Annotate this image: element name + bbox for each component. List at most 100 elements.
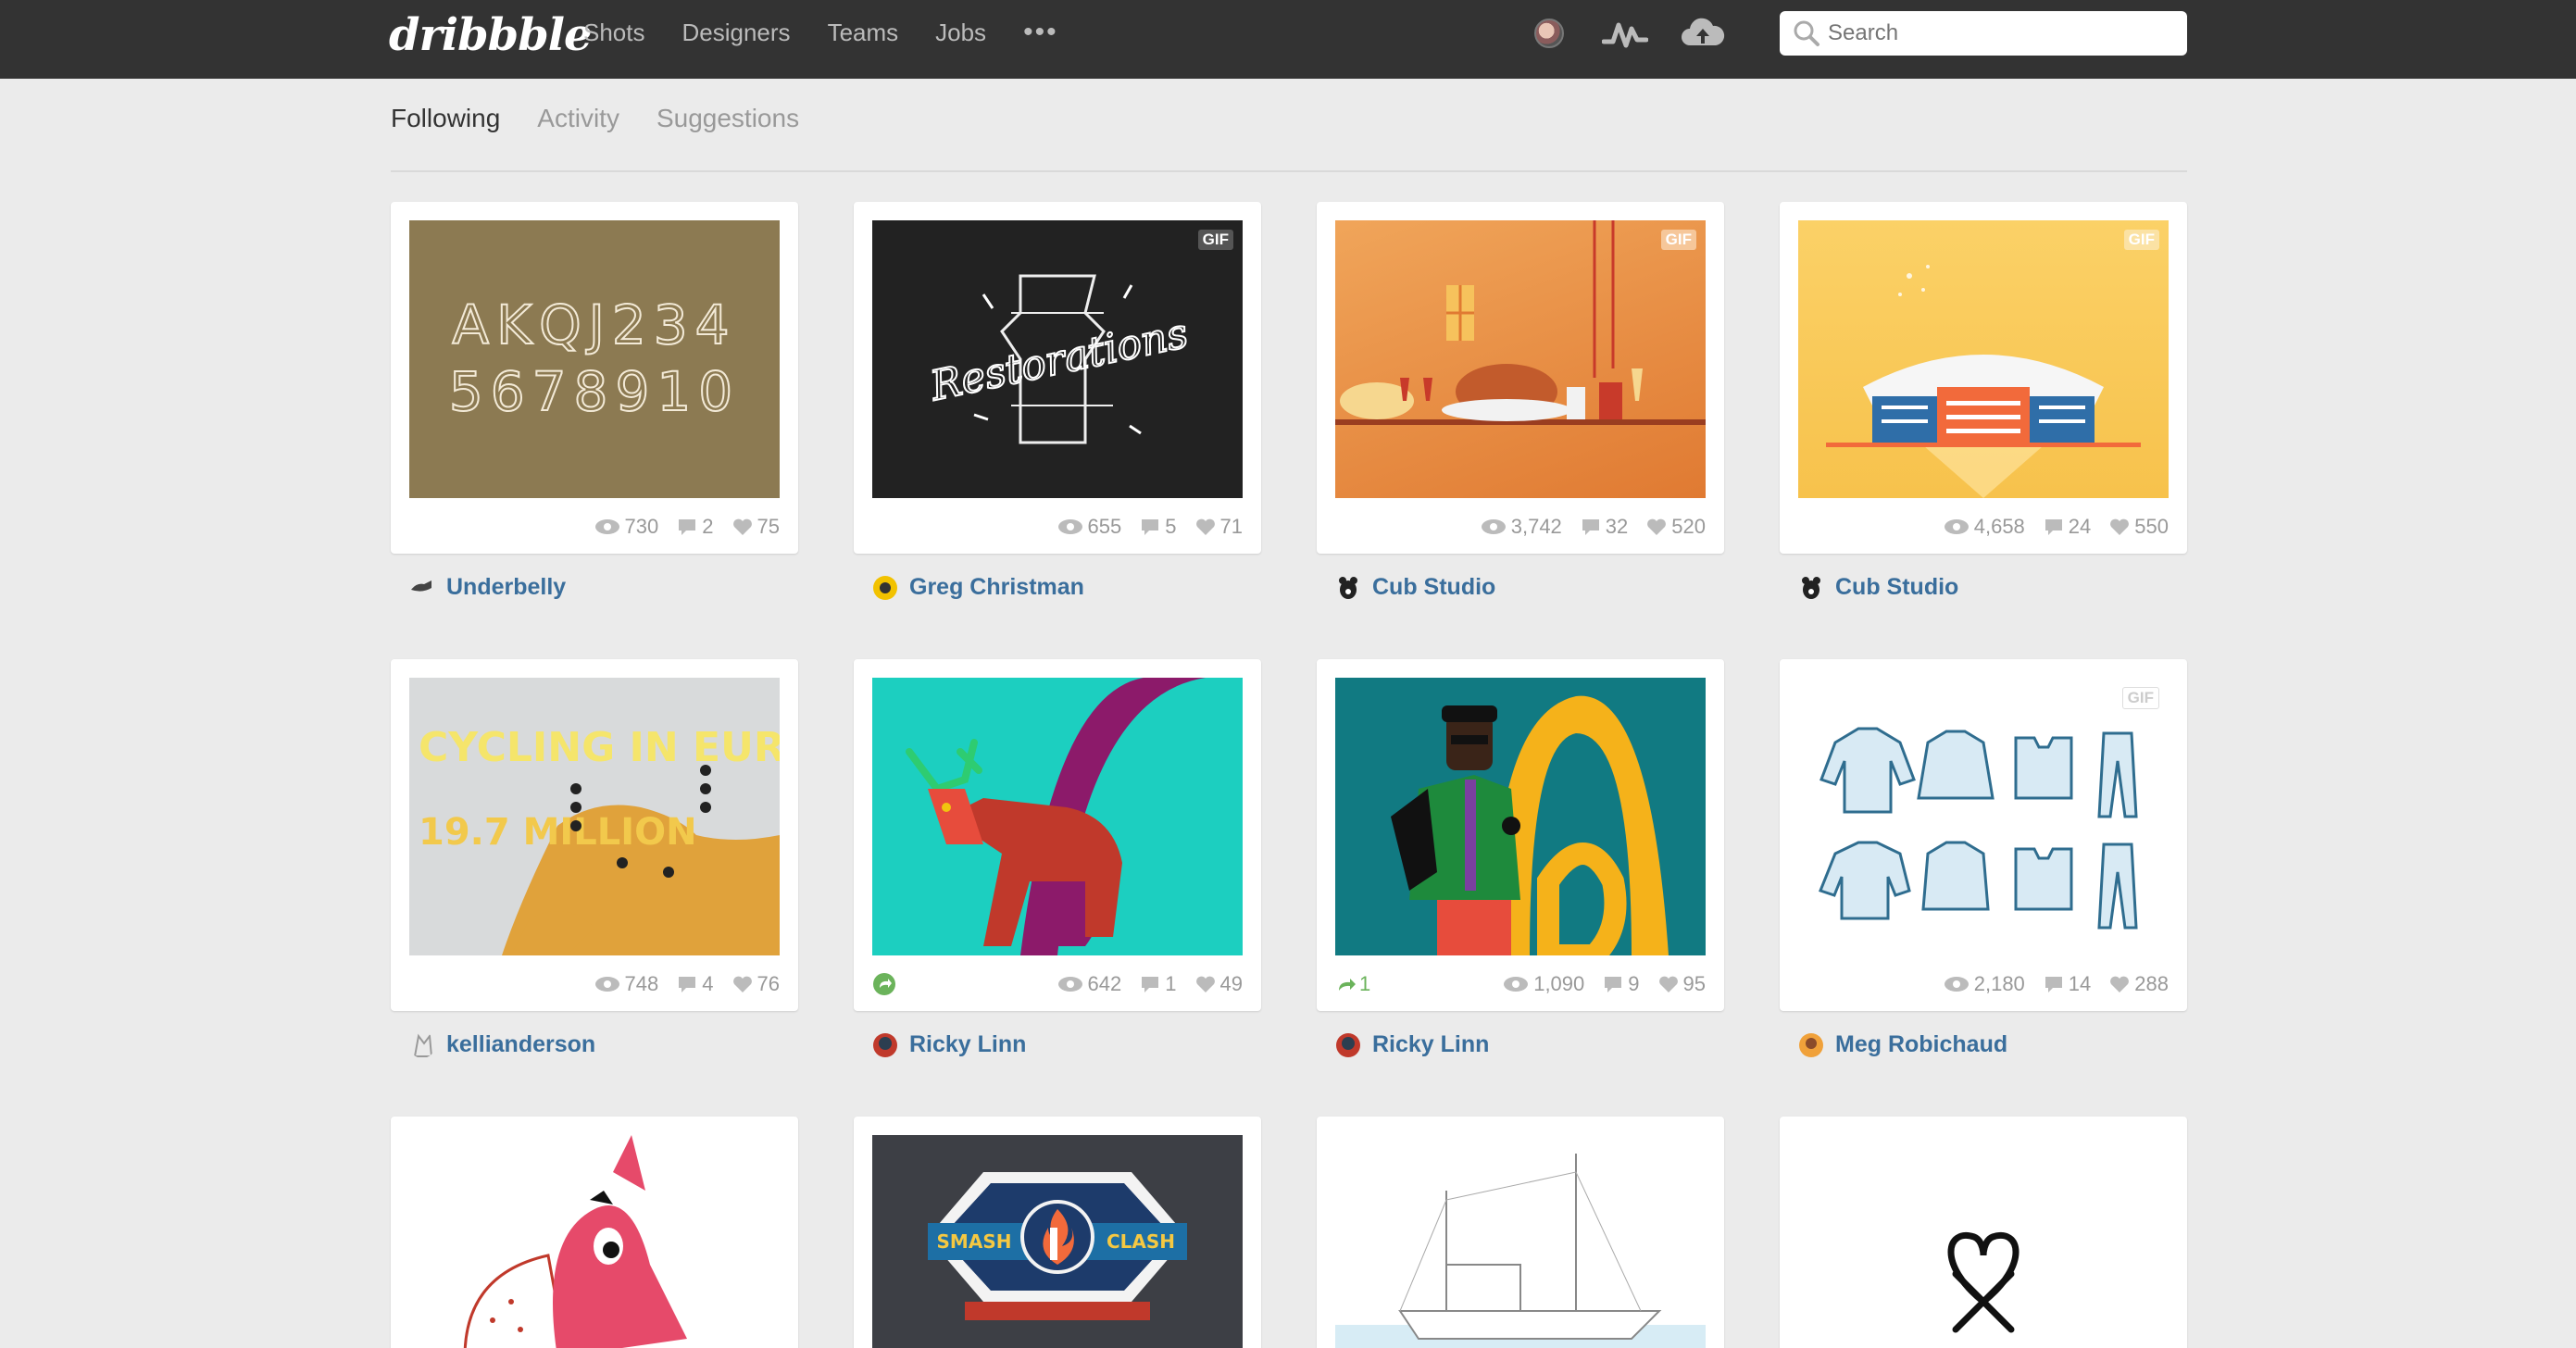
- rebound-indicator[interactable]: 1: [1335, 972, 1370, 996]
- shot-card: Restorations GIF 655 5 71: [854, 202, 1261, 554]
- likes-stat[interactable]: 95: [1658, 972, 1706, 996]
- views-stat: 748: [594, 972, 658, 996]
- views-stat: 730: [594, 515, 658, 539]
- likes-stat[interactable]: 550: [2109, 515, 2169, 539]
- shot-card: AKQJ234 5678910 730 2 75: [391, 202, 798, 554]
- nav-shots[interactable]: Shots: [583, 19, 645, 47]
- comments-stat[interactable]: 14: [2044, 972, 2091, 996]
- heart-icon: [2110, 518, 2130, 535]
- shot-card: GIF 2,180 14 288: [1780, 659, 2187, 1011]
- gif-badge: GIF: [1660, 230, 1696, 250]
- shot-author[interactable]: Ricky Linn: [872, 1031, 1026, 1058]
- comments-stat[interactable]: 2: [677, 515, 714, 539]
- shot-author[interactable]: Ricky Linn: [1335, 1031, 1489, 1058]
- comments-stat[interactable]: 4: [677, 972, 714, 996]
- rebound-icon: [873, 973, 895, 995]
- nav-designers[interactable]: Designers: [682, 19, 791, 47]
- views-stat: 1,090: [1503, 972, 1584, 996]
- shot-thumbnail[interactable]: [409, 1135, 780, 1348]
- likes-stat[interactable]: 76: [732, 972, 780, 996]
- tab-following[interactable]: Following: [391, 104, 500, 133]
- svg-text:Restorations: Restorations: [926, 310, 1193, 411]
- shot-author[interactable]: Underbelly: [409, 574, 566, 601]
- rebound-indicator[interactable]: [872, 972, 896, 996]
- infographic-artwork: CYCLING IN EUROPE 19.7 MILLION: [409, 678, 780, 955]
- subnav-divider: [391, 170, 2187, 172]
- character-artwork: [1391, 695, 1669, 955]
- eye-icon: [1057, 977, 1082, 992]
- more-menu-icon[interactable]: •••: [1023, 17, 1058, 48]
- gif-badge: GIF: [2123, 230, 2159, 250]
- heart-icon: [1658, 976, 1678, 992]
- eye-icon: [1481, 519, 1506, 534]
- views-stat: 3,742: [1481, 515, 1562, 539]
- search-box[interactable]: [1780, 11, 2187, 56]
- shot-card: [391, 1117, 798, 1348]
- comments-stat[interactable]: 9: [1603, 972, 1640, 996]
- svg-text:CLASH: CLASH: [1107, 1230, 1175, 1253]
- comments-stat[interactable]: 32: [1581, 515, 1628, 539]
- boat-artwork: [1335, 1154, 1706, 1348]
- shot-card: [1317, 1117, 1724, 1348]
- shot-stats: 748 4 76: [576, 972, 780, 996]
- heart-icon: [732, 518, 752, 535]
- heart-icon: [1195, 518, 1215, 535]
- gif-badge: GIF: [1197, 230, 1233, 250]
- comment-icon: [2045, 519, 2062, 535]
- shot-thumbnail[interactable]: [1798, 1135, 2169, 1348]
- top-navigation-bar: dribbble Shots Designers Teams Jobs •••: [0, 0, 2576, 79]
- shot-author[interactable]: Cub Studio: [1335, 574, 1495, 601]
- views-stat: 4,658: [1944, 515, 2025, 539]
- shot-author[interactable]: Cub Studio: [1798, 574, 1958, 601]
- main-nav: Shots Designers Teams Jobs •••: [583, 0, 1058, 65]
- shot-author[interactable]: kellianderson: [409, 1031, 595, 1058]
- shot-thumbnail[interactable]: GIF: [1798, 678, 2169, 955]
- author-avatar: [413, 1032, 433, 1057]
- comment-icon: [1582, 519, 1599, 535]
- author-avatar: [411, 580, 431, 592]
- likes-stat[interactable]: 71: [1195, 515, 1243, 539]
- author-avatar: [1802, 576, 1820, 599]
- smash-clash-badge-artwork: SMASH CLASH: [928, 1172, 1187, 1320]
- likes-stat[interactable]: 288: [2109, 972, 2169, 996]
- likes-stat[interactable]: 520: [1646, 515, 1706, 539]
- comments-stat[interactable]: 24: [2044, 515, 2091, 539]
- likes-stat[interactable]: 75: [732, 515, 780, 539]
- shot-author[interactable]: Greg Christman: [872, 574, 1084, 601]
- shot-stats: 2,180 14 288: [1925, 972, 2169, 996]
- shot-thumbnail[interactable]: Restorations GIF: [872, 220, 1243, 498]
- shot-thumbnail[interactable]: [872, 678, 1243, 955]
- shot-thumbnail[interactable]: [1335, 678, 1706, 955]
- typeface-artwork: AKQJ234 5678910: [448, 293, 733, 424]
- heart-icon: [1647, 518, 1667, 535]
- shot-stats: 3,742 32 520: [1462, 515, 1706, 539]
- shot-card: 642 1 49: [854, 659, 1261, 1011]
- comment-icon: [2045, 977, 2062, 992]
- shot-thumbnail[interactable]: [1335, 1135, 1706, 1348]
- shot-thumbnail[interactable]: CYCLING IN EUROPE 19.7 MILLION: [409, 678, 780, 955]
- comments-stat[interactable]: 1: [1140, 972, 1177, 996]
- shot-author[interactable]: Meg Robichaud: [1798, 1031, 2007, 1058]
- dribbble-logo[interactable]: dribbble: [389, 7, 593, 63]
- comments-stat[interactable]: 5: [1140, 515, 1177, 539]
- shot-stats: 1,090 9 95: [1484, 972, 1706, 996]
- search-input[interactable]: [1828, 20, 2161, 46]
- comment-icon: [679, 977, 696, 992]
- rebound-icon: [1339, 979, 1356, 991]
- shot-card: GIF 4,658 24 550: [1780, 202, 2187, 554]
- nav-jobs[interactable]: Jobs: [935, 19, 986, 47]
- user-avatar[interactable]: [1534, 19, 1564, 48]
- shot-thumbnail[interactable]: AKQJ234 5678910: [409, 220, 780, 498]
- comment-icon: [1142, 977, 1159, 992]
- activity-icon[interactable]: [1602, 16, 1648, 51]
- tab-suggestions[interactable]: Suggestions: [657, 104, 799, 133]
- shot-thumbnail[interactable]: SMASH CLASH: [872, 1135, 1243, 1348]
- svg-text:CYCLING IN EUROPE: CYCLING IN EUROPE: [419, 724, 780, 771]
- nav-teams[interactable]: Teams: [828, 19, 899, 47]
- likes-stat[interactable]: 49: [1195, 972, 1243, 996]
- shot-thumbnail[interactable]: GIF: [1335, 220, 1706, 498]
- tab-activity[interactable]: Activity: [537, 104, 619, 133]
- heart-icon: [732, 976, 752, 992]
- cloud-upload-icon[interactable]: [1681, 16, 1725, 51]
- shot-thumbnail[interactable]: GIF: [1798, 220, 2169, 498]
